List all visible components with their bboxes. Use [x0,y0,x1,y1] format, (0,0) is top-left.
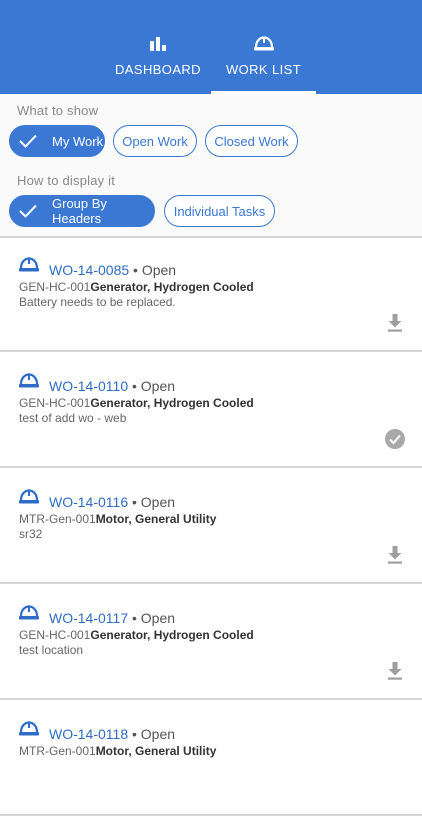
work-order-status: Open [140,726,176,742]
work-order-card[interactable]: WO-14-0110 • Open GEN-HC-001Generator, H… [0,354,422,468]
bar-chart-icon [149,34,167,54]
download-icon[interactable] [384,544,406,566]
asset-code: MTR-Gen-001 [19,744,96,758]
separator-dot: • [129,262,142,278]
chip-group-by-headers-label: Group By Headers [52,196,107,226]
separator-dot: • [128,494,141,510]
work-order-description: test location [19,643,84,657]
asset-line: GEN-HC-001Generator, Hydrogen Cooled [19,396,254,410]
asset-name: Generator, Hydrogen Cooled [90,396,254,410]
asset-name: Motor, General Utility [95,744,217,758]
work-order-id[interactable]: WO-14-0116 [49,494,128,510]
work-order-status: Open [141,262,177,278]
hard-hat-icon [18,604,40,622]
chip-open-work-label: Open Work [122,133,188,149]
chip-closed-work-label: Closed Work [214,133,289,149]
work-order-card[interactable]: WO-14-0118 • Open MTR-Gen-001Motor, Gene… [0,702,422,816]
asset-line: GEN-HC-001Generator, Hydrogen Cooled [19,628,254,642]
work-order-card[interactable]: WO-14-0116 • Open MTR-Gen-001Motor, Gene… [0,470,422,584]
chip-open-work[interactable]: Open Work [113,125,197,157]
separator-dot: • [128,378,141,394]
work-order-title: WO-14-0117 • Open [49,610,175,626]
asset-name: Generator, Hydrogen Cooled [90,628,254,642]
chip-my-work[interactable]: My Work [9,125,105,157]
what-to-show-label: What to show [17,103,99,118]
work-order-card[interactable]: WO-14-0085 • Open GEN-HC-001Generator, H… [0,238,422,352]
hard-hat-icon [18,256,40,274]
asset-line: MTR-Gen-001Motor, General Utility [19,512,216,526]
separator-dot: • [128,610,141,626]
check-icon [18,203,38,219]
hard-hat-icon [18,372,40,390]
tab-work-list[interactable]: WORK LIST [211,0,316,94]
chip-closed-work[interactable]: Closed Work [205,125,298,157]
asset-line: MTR-Gen-001Motor, General Utility [19,744,216,758]
hard-hat-icon [18,720,40,738]
work-order-title: WO-14-0110 • Open [49,378,175,394]
work-order-description: test of add wo - web [19,411,127,425]
asset-code: GEN-HC-001 [19,628,91,642]
downloaded-check-icon[interactable] [384,428,406,450]
asset-name: Motor, General Utility [95,512,217,526]
tab-work-list-label: WORK LIST [225,62,302,77]
asset-code: MTR-Gen-001 [19,512,96,526]
work-order-id[interactable]: WO-14-0110 [49,378,128,394]
chip-my-work-label: My Work [52,133,104,149]
work-order-description: sr32 [19,527,43,541]
work-order-id[interactable]: WO-14-0085 [49,262,129,278]
work-order-card[interactable]: WO-14-0117 • Open GEN-HC-001Generator, H… [0,586,422,700]
asset-code: GEN-HC-001 [19,396,91,410]
hard-hat-icon [253,34,275,54]
work-order-id[interactable]: WO-14-0118 [49,726,128,742]
tab-dashboard[interactable]: DASHBOARD [106,0,210,94]
how-to-display-label: How to display it [17,173,116,188]
download-icon[interactable] [384,660,406,682]
top-tab-bar: DASHBOARD WORK LIST [0,0,422,94]
work-order-status: Open [140,494,176,510]
chip-individual-tasks-label: Individual Tasks [173,203,266,219]
asset-name: Generator, Hydrogen Cooled [90,280,254,294]
work-order-id[interactable]: WO-14-0117 [49,610,128,626]
work-order-title: WO-14-0085 • Open [49,262,176,278]
work-order-status: Open [140,610,176,626]
download-icon[interactable] [384,312,406,334]
separator-dot: • [128,726,141,742]
hard-hat-icon [18,488,40,506]
work-order-description: Battery needs to be replaced. [19,295,176,309]
work-order-status: Open [140,378,176,394]
tab-dashboard-label: DASHBOARD [115,62,201,77]
asset-line: GEN-HC-001Generator, Hydrogen Cooled [19,280,254,294]
chip-individual-tasks[interactable]: Individual Tasks [164,195,275,227]
work-order-title: WO-14-0118 • Open [49,726,175,742]
asset-code: GEN-HC-001 [19,280,91,294]
chip-group-by-headers[interactable]: Group By Headers [9,195,155,227]
check-icon [18,133,38,149]
work-order-title: WO-14-0116 • Open [49,494,175,510]
filter-panel: What to show My Work Open Work Closed Wo… [0,94,422,236]
